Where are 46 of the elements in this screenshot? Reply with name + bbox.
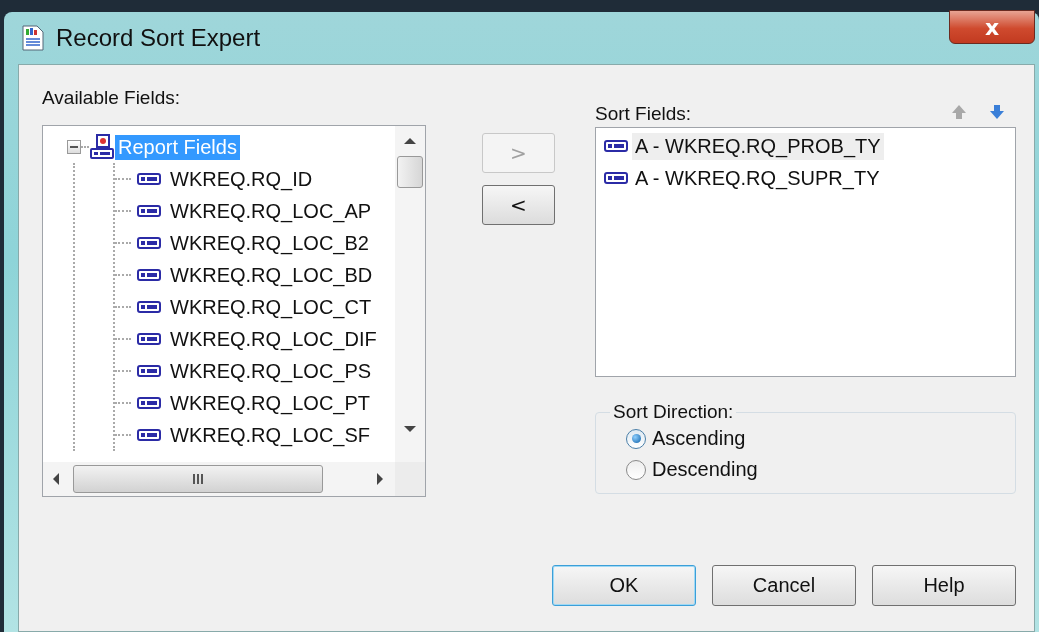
available-fields-label: Available Fields: <box>42 87 181 109</box>
sort-direction-label: Sort Direction: <box>612 401 735 423</box>
scroll-thumb[interactable] <box>73 465 323 493</box>
arrow-down-icon <box>988 103 1006 121</box>
tree-item[interactable]: WKREQ.RQ_ID <box>167 166 316 192</box>
database-icon <box>89 134 115 160</box>
tree-item[interactable]: WKREQ.RQ_LOC_CT <box>167 294 375 320</box>
field-icon <box>137 365 161 377</box>
sort-fields-label: Sort Fields: <box>595 103 692 125</box>
horizontal-scrollbar[interactable] <box>43 462 395 496</box>
tree-item[interactable]: WKREQ.RQ_LOC_BD <box>167 262 376 288</box>
field-icon <box>137 269 161 281</box>
sort-field-item[interactable]: A - WKREQ.RQ_SUPR_TY <box>632 164 883 192</box>
field-icon <box>604 140 628 152</box>
close-button[interactable]: x <box>949 10 1035 44</box>
field-icon <box>137 397 161 409</box>
sort-field-item[interactable]: A - WKREQ.RQ_PROB_TY <box>632 132 884 160</box>
tree-item[interactable]: WKREQ.RQ_LOC_B2 <box>167 230 372 256</box>
radio-label: Descending <box>652 458 758 481</box>
field-icon <box>137 301 161 313</box>
tree-item[interactable]: WKREQ.RQ_LOC_AP <box>167 198 375 224</box>
remove-button[interactable]: < <box>482 185 555 225</box>
scroll-thumb[interactable] <box>397 156 423 188</box>
field-icon <box>137 173 161 185</box>
tree-item[interactable]: WKREQ.RQ_LOC_SF <box>167 422 374 448</box>
dialog-button[interactable]: Help <box>872 565 1016 606</box>
radio-label: Ascending <box>652 427 746 450</box>
tree-item[interactable]: WKREQ.RQ_LOC_PS <box>167 358 375 384</box>
radio-button[interactable] <box>626 428 646 449</box>
radio-button[interactable] <box>626 459 646 480</box>
collapse-toggle[interactable] <box>67 140 81 154</box>
dialog-button[interactable]: OK <box>552 565 696 606</box>
tree-item[interactable]: WKREQ.RQ_LOC_PT <box>167 390 374 416</box>
field-icon <box>137 333 161 345</box>
report-icon <box>22 25 44 51</box>
field-icon <box>137 429 161 441</box>
window-title: Record Sort Expert <box>56 24 261 52</box>
grip-icon <box>192 473 204 485</box>
field-icon <box>604 172 628 184</box>
field-icon <box>137 205 161 217</box>
dialog-button[interactable]: Cancel <box>712 565 856 606</box>
arrow-up-icon <box>950 103 968 121</box>
tree-item[interactable]: WKREQ.RQ_LOC_DIF <box>167 326 380 352</box>
scrollbar-corner <box>395 462 425 496</box>
vertical-scrollbar[interactable] <box>395 126 425 462</box>
field-icon <box>137 237 161 249</box>
